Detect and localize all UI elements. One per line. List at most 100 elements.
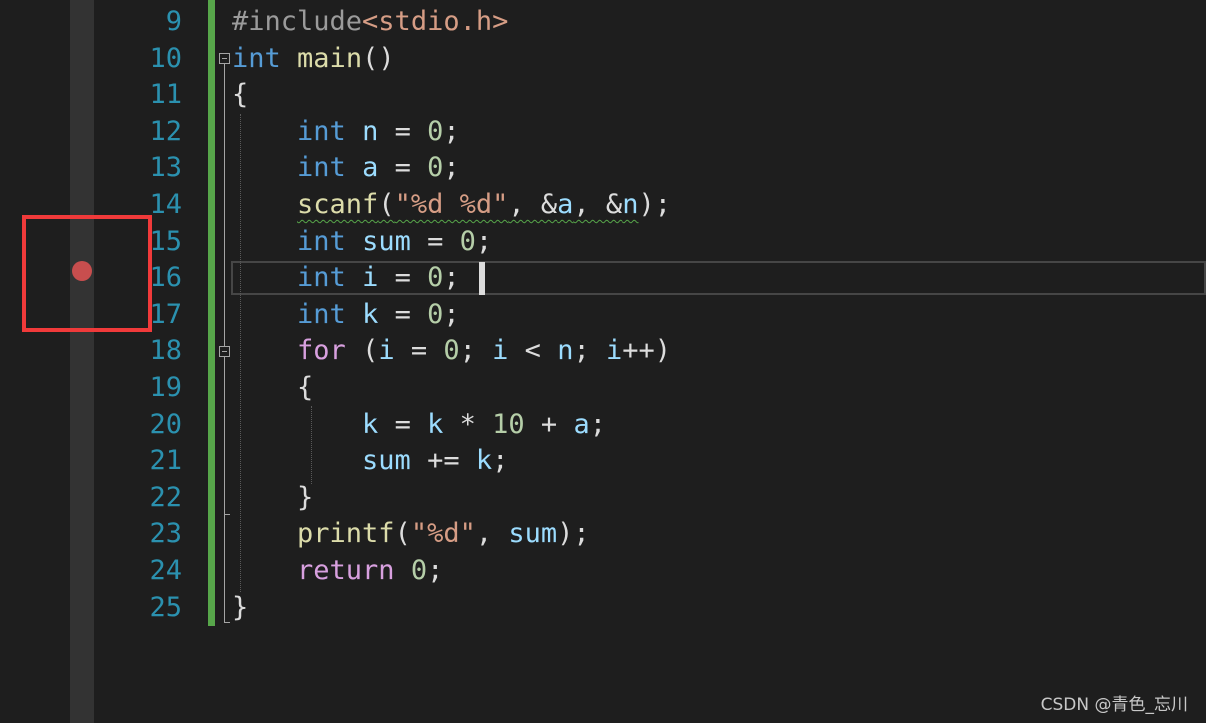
code-token: () xyxy=(362,42,395,74)
watermark: CSDN @青色_忘川 xyxy=(1040,695,1188,715)
line-number: 23 xyxy=(149,518,182,550)
code-line[interactable]: int sum = 0; xyxy=(232,224,492,261)
code-line[interactable]: { xyxy=(232,370,313,407)
code-line[interactable]: } xyxy=(232,590,248,627)
code-token: "%d" xyxy=(410,518,476,550)
line-number: 11 xyxy=(149,79,182,111)
code-token: 10 xyxy=(492,408,525,440)
code-line[interactable]: printf("%d", sum); xyxy=(232,516,590,553)
line-number: 18 xyxy=(149,335,182,367)
code-token: ; xyxy=(443,298,460,330)
code-token: printf xyxy=(297,518,395,550)
code-token: ( xyxy=(345,335,379,367)
code-token: a xyxy=(573,408,590,440)
fold-collapse-main-icon[interactable] xyxy=(219,53,230,64)
code-token: n xyxy=(362,115,379,147)
code-token: main xyxy=(297,42,363,74)
code-token: int xyxy=(297,115,346,147)
code-token: = xyxy=(378,152,428,184)
code-token: + xyxy=(524,408,574,440)
code-token: i xyxy=(362,262,379,294)
line-number: 25 xyxy=(149,591,182,623)
fold-end-for xyxy=(224,514,230,515)
line-number: 13 xyxy=(149,152,182,184)
code-token: n xyxy=(622,189,639,220)
code-token: return xyxy=(297,555,395,586)
code-line[interactable]: #include<stdio.h> xyxy=(232,4,508,41)
code-token: 0 xyxy=(427,115,444,147)
code-token: , & xyxy=(508,189,558,220)
code-token: int xyxy=(297,262,346,294)
code-token: } xyxy=(232,481,314,513)
code-token: ); xyxy=(638,189,671,220)
code-line[interactable]: int n = 0; xyxy=(232,114,460,151)
code-token: ( xyxy=(378,189,395,220)
code-line[interactable]: sum += k; xyxy=(232,443,508,480)
code-token: = xyxy=(378,115,428,147)
code-token: <stdio.h> xyxy=(362,6,509,37)
code-line[interactable]: k = k * 10 + a; xyxy=(232,407,606,444)
code-token: i xyxy=(605,335,623,367)
code-line[interactable]: { xyxy=(232,77,248,114)
code-token: #include xyxy=(232,6,363,37)
code-line[interactable]: } xyxy=(232,480,313,517)
line-number: 21 xyxy=(149,445,182,477)
code-token: = xyxy=(378,298,428,330)
code-token: k xyxy=(362,408,379,440)
code-token: ; xyxy=(589,408,606,440)
code-token: sum xyxy=(362,225,411,257)
code-token: int xyxy=(297,225,346,257)
code-line[interactable]: scanf("%d %d", &a, &n); xyxy=(232,187,671,224)
code-token: } xyxy=(232,591,249,623)
line-number: 12 xyxy=(149,115,182,147)
code-token: i xyxy=(492,335,509,367)
change-tracking-bar xyxy=(208,0,215,626)
text-caret xyxy=(479,262,485,295)
code-token: "%d %d" xyxy=(394,189,509,220)
code-token: ; xyxy=(475,225,493,257)
code-token: ; xyxy=(573,335,606,367)
code-token: k xyxy=(427,408,444,440)
code-line[interactable]: int k = 0; xyxy=(232,297,460,334)
code-token: ; xyxy=(443,115,460,147)
code-token: 0 xyxy=(443,335,460,367)
code-token: ; xyxy=(459,335,493,367)
code-line[interactable]: int a = 0; xyxy=(232,150,460,187)
code-token: ); xyxy=(557,518,590,550)
code-token: , & xyxy=(573,189,623,220)
code-token: int xyxy=(297,152,346,184)
code-token: n xyxy=(557,335,574,367)
code-token: = xyxy=(378,262,428,294)
code-token: ; xyxy=(443,262,460,294)
code-token: for xyxy=(297,335,346,367)
breakpoint-margin[interactable] xyxy=(70,0,94,723)
fold-collapse-for-icon[interactable] xyxy=(219,346,230,357)
code-token: ; xyxy=(492,445,509,477)
code-token: 0 xyxy=(410,555,428,586)
code-token: i xyxy=(378,335,395,367)
code-token: ++) xyxy=(622,335,672,367)
code-line[interactable]: int i = 0; xyxy=(232,260,460,297)
glyph-margin[interactable] xyxy=(0,0,71,723)
code-token: int xyxy=(297,298,346,330)
code-line[interactable]: return 0; xyxy=(232,553,443,590)
code-token: = xyxy=(394,335,444,367)
code-line[interactable]: int main() xyxy=(232,41,395,78)
line-number: 9 xyxy=(165,6,182,37)
code-line[interactable]: for (i = 0; i < n; i++) xyxy=(232,333,671,370)
code-token: 0 xyxy=(459,225,476,257)
code-token: 0 xyxy=(427,262,444,294)
